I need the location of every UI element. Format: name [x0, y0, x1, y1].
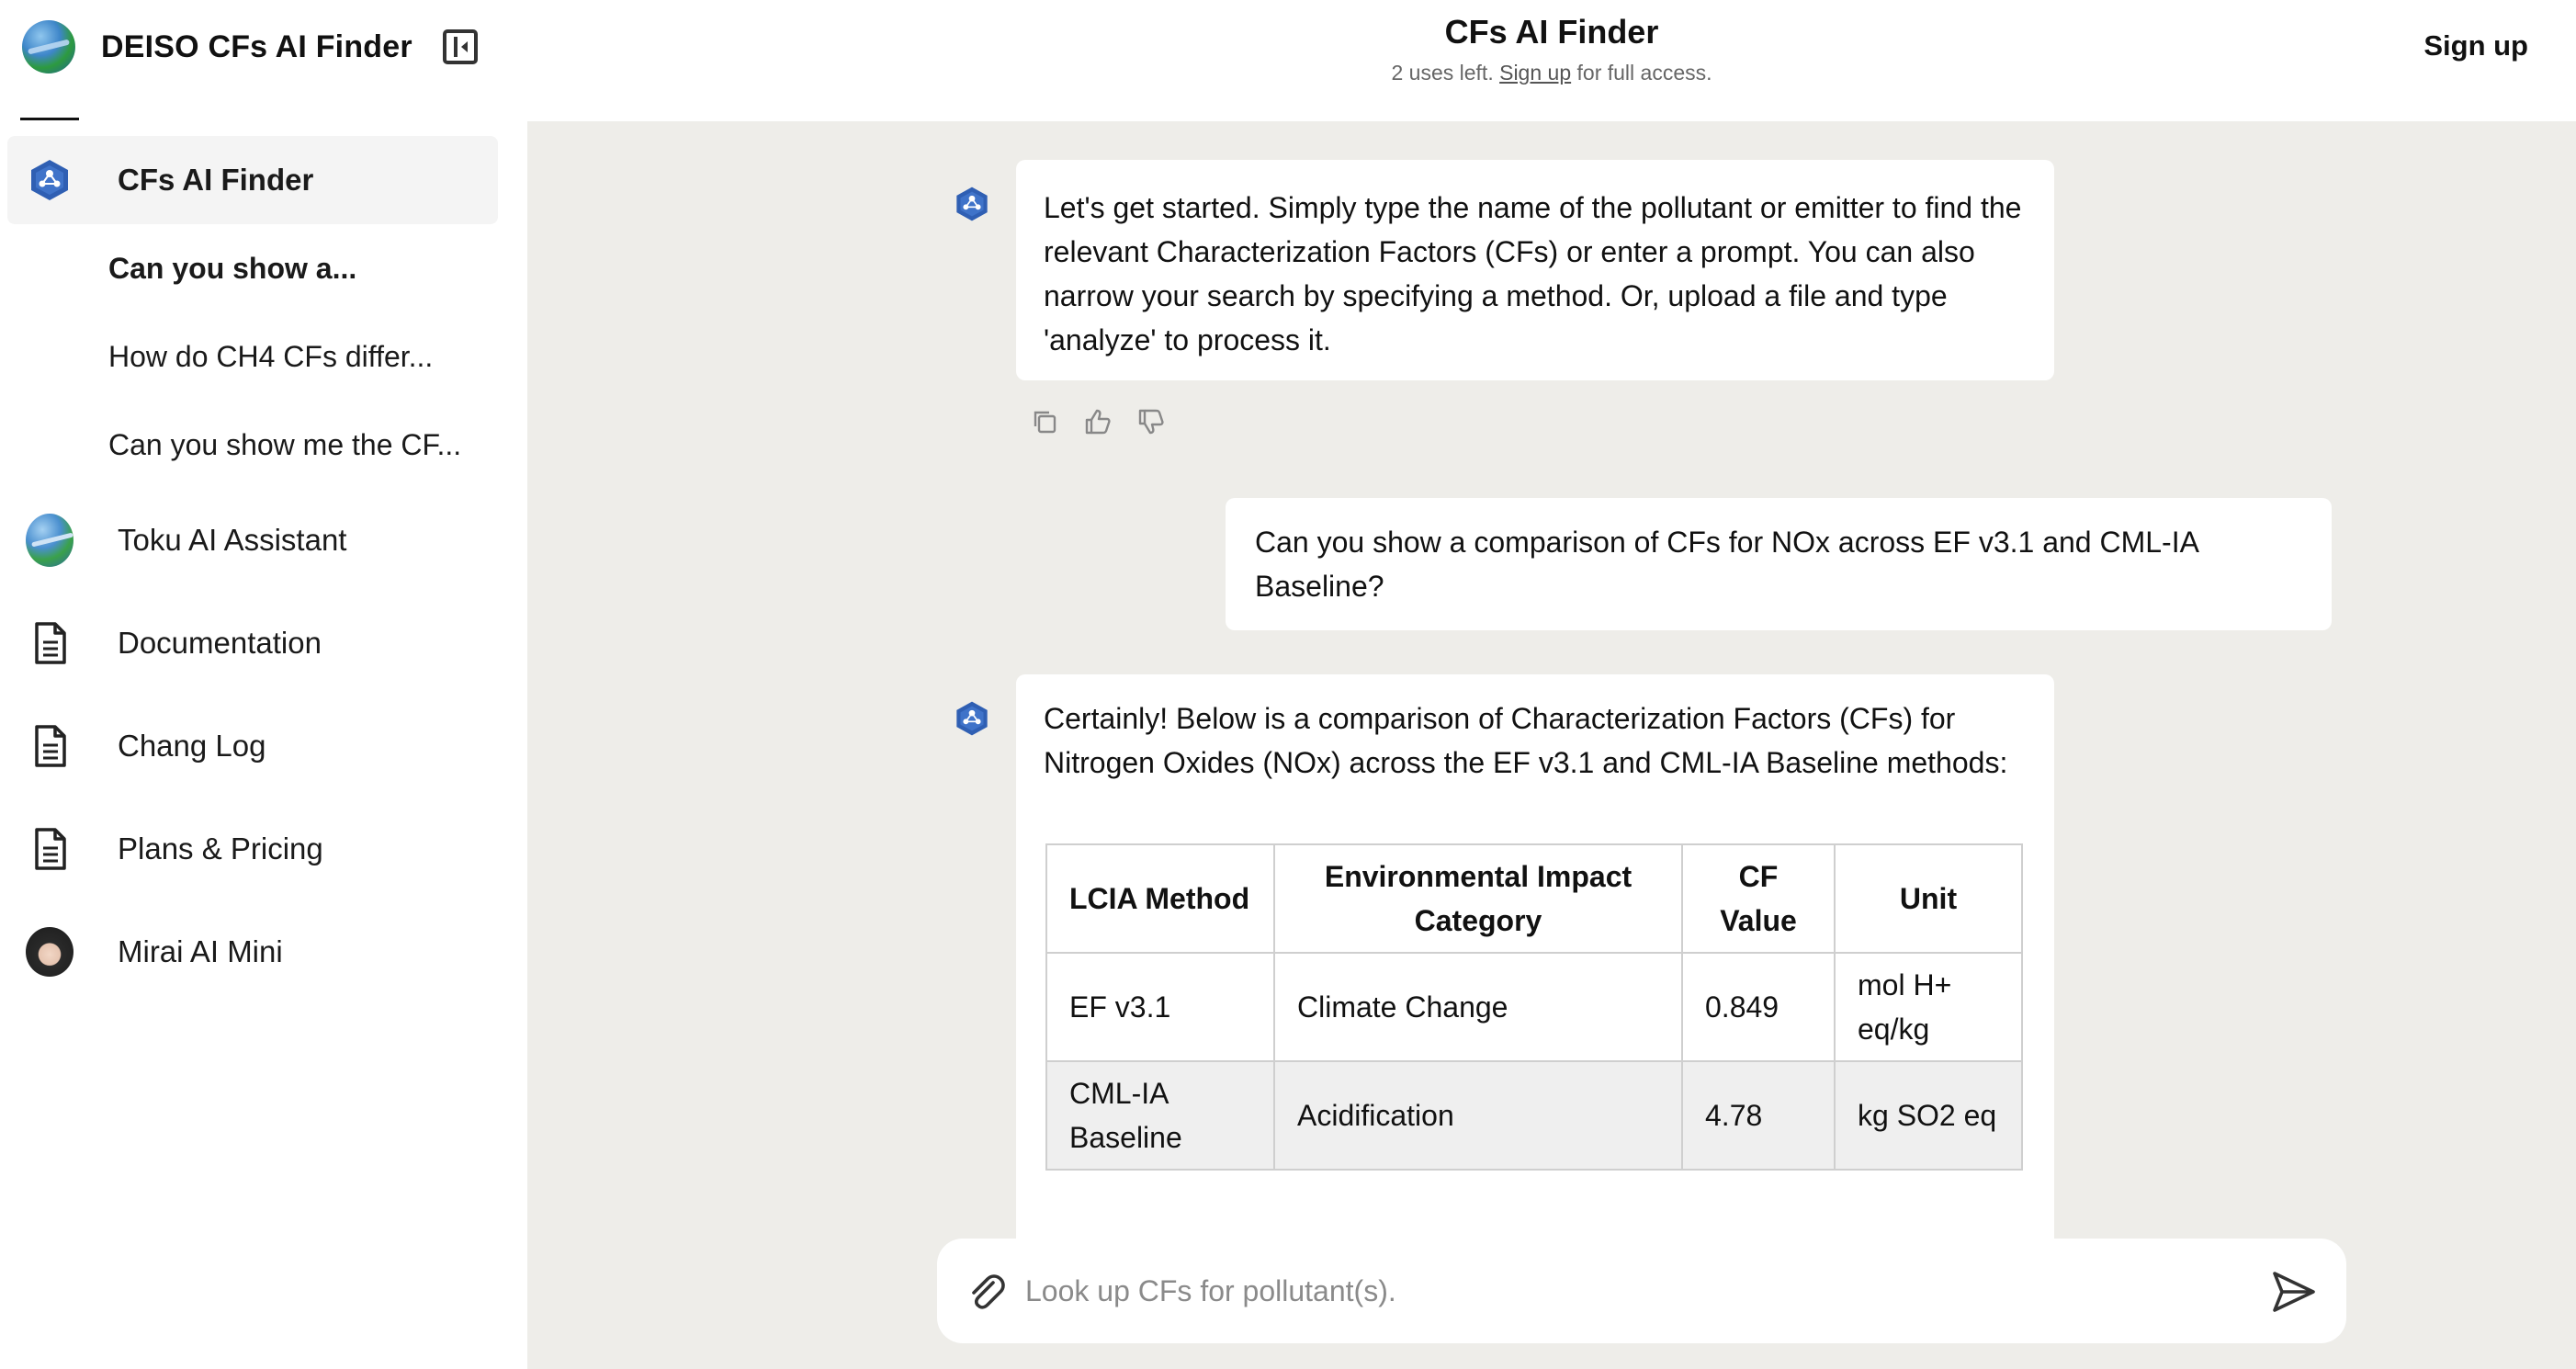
table-header-row: LCIA Method Environmental Impact Categor…	[1045, 843, 2023, 954]
woman-avatar-icon	[26, 927, 73, 977]
sign-up-button[interactable]: Sign up	[2423, 29, 2528, 62]
sidebar-item-label: Toku AI Assistant	[118, 523, 347, 557]
chat-area: Let's get started. Simply type the name …	[527, 121, 2576, 1369]
column-header: LCIA Method	[1045, 843, 1275, 954]
table-row: CML-IA Baseline Acidification 4.78 kg SO…	[1045, 1060, 2023, 1171]
usage-notice: 2 uses left. Sign up for full access.	[527, 61, 2576, 85]
collapse-sidebar-icon[interactable]	[443, 29, 478, 64]
copy-icon[interactable]	[1029, 406, 1060, 437]
sidebar-nav: CFs AI Finder Can you show a... How do C…	[7, 136, 498, 1003]
document-icon	[26, 825, 73, 873]
signup-link[interactable]: Sign up	[1499, 61, 1571, 85]
table-cell: 0.849	[1681, 952, 1836, 1062]
sidebar-item-plans-pricing[interactable]: Plans & Pricing	[7, 798, 498, 900]
paperclip-icon[interactable]	[965, 1270, 1007, 1312]
brand[interactable]: DEISO CFs AI Finder	[22, 20, 412, 74]
deiso-globe-logo-icon	[22, 20, 75, 74]
message-actions	[1029, 406, 1167, 437]
bot-avatar-icon	[956, 187, 988, 221]
table-row: EF v3.1 Climate Change 0.849 mol H+ eq/k…	[1045, 952, 2023, 1062]
prompt-input[interactable]	[1025, 1266, 2220, 1316]
uses-left-text: 2 uses left.	[1391, 61, 1494, 85]
hex-logo-icon	[26, 156, 73, 204]
assistant-message-text: Certainly! Below is a comparison of Char…	[1044, 702, 2008, 779]
thumbs-down-icon[interactable]	[1135, 406, 1167, 437]
assistant-message: Let's get started. Simply type the name …	[1016, 160, 2054, 380]
assistant-message-text: Let's get started. Simply type the name …	[1044, 191, 2022, 356]
table-cell: Acidification	[1273, 1060, 1683, 1171]
user-message: Can you show a comparison of CFs for NOx…	[1226, 498, 2332, 630]
top-header: CFs AI Finder 2 uses left. Sign up for f…	[527, 0, 2576, 121]
page-title: CFs AI Finder	[1444, 13, 1659, 51]
table-cell: EF v3.1	[1045, 952, 1275, 1062]
history-item[interactable]: How do CH4 CFs differ...	[7, 312, 498, 401]
globe-avatar-icon	[26, 514, 73, 567]
table-cell: mol H+ eq/kg	[1834, 952, 2023, 1062]
sidebar-item-label: Documentation	[118, 626, 322, 660]
message-composer	[937, 1239, 2346, 1343]
table-cell: kg SO2 eq	[1834, 1060, 2023, 1171]
history-item[interactable]: Can you show me the CF...	[7, 401, 498, 489]
user-message-text: Can you show a comparison of CFs for NOx…	[1255, 526, 2198, 603]
column-header: Unit	[1834, 843, 2023, 954]
thumbs-up-icon[interactable]	[1082, 406, 1113, 437]
full-access-text: for full access.	[1576, 61, 1712, 85]
column-header: CF Value	[1681, 843, 1836, 954]
history-item[interactable]: Can you show a...	[7, 224, 498, 312]
document-icon	[26, 619, 73, 667]
document-icon	[26, 722, 73, 770]
sidebar-item-documentation[interactable]: Documentation	[7, 592, 498, 695]
bot-avatar-icon	[956, 701, 988, 736]
sidebar: DEISO CFs AI Finder CFs AI Finder Can yo…	[0, 0, 527, 1369]
brand-title: DEISO CFs AI Finder	[101, 28, 412, 64]
sidebar-item-toku-ai-assistant[interactable]: Toku AI Assistant	[7, 489, 498, 592]
cf-comparison-table: LCIA Method Environmental Impact Categor…	[1045, 843, 2023, 1171]
sidebar-item-mirai-ai-mini[interactable]: Mirai AI Mini	[7, 900, 498, 1003]
sidebar-item-chang-log[interactable]: Chang Log	[7, 695, 498, 798]
table-cell: 4.78	[1681, 1060, 1836, 1171]
assistant-message: Certainly! Below is a comparison of Char…	[1016, 674, 2054, 1272]
send-icon[interactable]	[2267, 1266, 2319, 1318]
sidebar-item-label: CFs AI Finder	[118, 163, 314, 197]
column-header: Environmental Impact Category	[1273, 843, 1683, 954]
sidebar-item-label: Mirai AI Mini	[118, 934, 283, 968]
sidebar-item-cfs-ai-finder[interactable]: CFs AI Finder	[7, 136, 498, 224]
divider	[20, 118, 79, 120]
table-cell: CML-IA Baseline	[1045, 1060, 1275, 1171]
table-cell: Climate Change	[1273, 952, 1683, 1062]
sidebar-item-label: Chang Log	[118, 729, 266, 763]
sidebar-item-label: Plans & Pricing	[118, 832, 323, 866]
